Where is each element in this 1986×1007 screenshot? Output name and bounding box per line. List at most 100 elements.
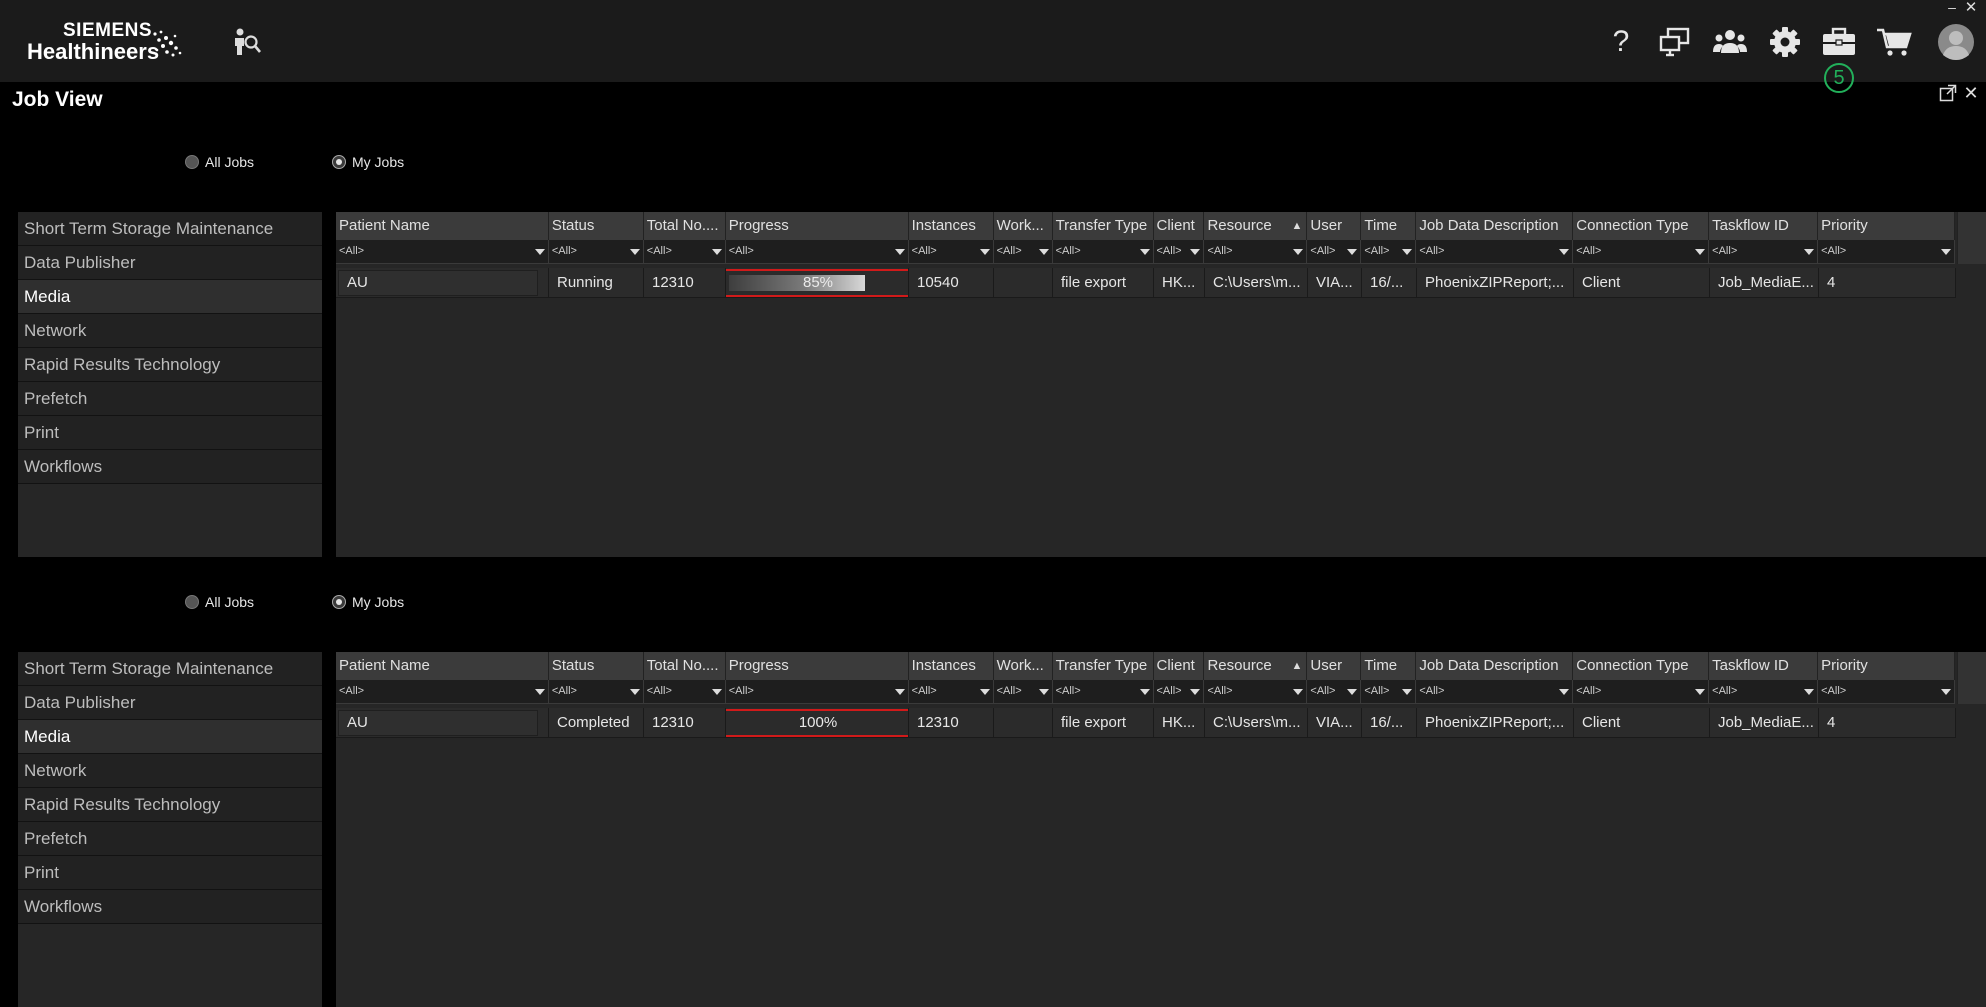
column-header[interactable]: Work... (994, 212, 1053, 240)
cell-resource: C:\Users\m... (1205, 268, 1308, 298)
minimize-button[interactable]: – (1944, 0, 1960, 16)
column-header[interactable]: Instances (909, 652, 994, 680)
column-filter-dropdown[interactable]: <All> (336, 680, 549, 704)
sidebar-item-rapid-results-technology[interactable]: Rapid Results Technology (18, 788, 322, 822)
column-header[interactable]: Patient Name (336, 212, 549, 240)
column-filter-dropdown[interactable]: <All> (725, 240, 909, 264)
column-header[interactable]: Status (549, 652, 644, 680)
popout-icon[interactable] (1939, 84, 1957, 102)
sidebar-item-media[interactable]: Media (18, 720, 322, 754)
column-header[interactable]: Resource ▲ (1204, 212, 1308, 240)
column-filter-dropdown[interactable]: <All> (643, 680, 726, 704)
column-header[interactable]: User (1307, 652, 1362, 680)
window-close-button[interactable]: ✕ (1962, 0, 1980, 16)
sidebar-item-prefetch[interactable]: Prefetch (18, 382, 322, 416)
column-header[interactable]: Connection Type (1573, 212, 1710, 240)
radio-my-jobs[interactable]: My Jobs (332, 594, 404, 610)
column-header[interactable]: Resource ▲ (1204, 652, 1308, 680)
column-header[interactable]: Connection Type (1573, 652, 1710, 680)
column-filter-dropdown[interactable]: <All> (1204, 680, 1308, 704)
column-header[interactable]: Progress (726, 652, 909, 680)
column-filter-dropdown[interactable]: <All> (1153, 240, 1205, 264)
column-filter-dropdown[interactable]: <All> (336, 240, 549, 264)
column-header[interactable]: Taskflow ID (1709, 212, 1819, 240)
column-filter-dropdown[interactable]: <All> (548, 240, 644, 264)
sidebar-item-data-publisher[interactable]: Data Publisher (18, 246, 322, 280)
cart-icon[interactable] (1874, 22, 1914, 62)
column-filter-dropdown[interactable]: <All> (1818, 240, 1956, 264)
sidebar-item-network[interactable]: Network (18, 314, 322, 348)
avatar-icon[interactable] (1936, 22, 1976, 62)
column-filter-dropdown[interactable]: <All> (908, 240, 994, 264)
users-group-icon[interactable] (1710, 22, 1750, 62)
filter-value: <All> (1156, 245, 1182, 257)
column-filter-dropdown[interactable]: <All> (1307, 240, 1362, 264)
column-filter-dropdown[interactable]: <All> (1416, 680, 1574, 704)
column-header[interactable]: Client (1154, 652, 1205, 680)
sidebar-item-short-term-storage-maintenance[interactable]: Short Term Storage Maintenance (18, 652, 322, 686)
column-header-label: Taskflow ID (1712, 657, 1789, 674)
gear-icon[interactable] (1765, 22, 1805, 62)
monitors-icon[interactable] (1655, 22, 1695, 62)
column-filter-dropdown[interactable]: <All> (1361, 240, 1417, 264)
column-filter-dropdown[interactable]: <All> (1204, 240, 1308, 264)
column-filter-dropdown[interactable]: <All> (993, 240, 1053, 264)
column-filter-dropdown[interactable]: <All> (643, 240, 726, 264)
column-header[interactable]: Taskflow ID (1709, 652, 1819, 680)
table-row[interactable]: AU Running 12310 85% 10540 file export HK... C:… (336, 268, 1956, 298)
sidebar-item-print[interactable]: Print (18, 416, 322, 450)
column-header[interactable]: Job Data Description (1416, 652, 1574, 680)
column-header[interactable]: Work... (994, 652, 1053, 680)
column-filter-dropdown[interactable]: <All> (1709, 680, 1819, 704)
column-header[interactable]: Job Data Description (1416, 212, 1574, 240)
cell-priority: 4 (1819, 268, 1956, 298)
radio-my-jobs[interactable]: My Jobs (332, 154, 404, 170)
column-filter-dropdown[interactable]: <All> (1153, 680, 1205, 704)
column-header[interactable]: Total No.... (644, 212, 726, 240)
column-filter-dropdown[interactable]: <All> (908, 680, 994, 704)
sidebar-item-print[interactable]: Print (18, 856, 322, 890)
briefcase-icon[interactable] (1819, 22, 1859, 62)
column-header[interactable]: Time (1361, 652, 1417, 680)
chevron-down-icon (1402, 249, 1413, 255)
sidebar-item-media[interactable]: Media (18, 280, 322, 314)
column-filter-dropdown[interactable]: <All> (1052, 240, 1154, 264)
column-filter-dropdown[interactable]: <All> (725, 680, 909, 704)
column-filter-dropdown[interactable]: <All> (993, 680, 1053, 704)
column-header[interactable]: Transfer Type (1053, 652, 1154, 680)
sidebar-item-short-term-storage-maintenance[interactable]: Short Term Storage Maintenance (18, 212, 322, 246)
column-header[interactable]: Client (1154, 212, 1205, 240)
column-filter-dropdown[interactable]: <All> (1709, 240, 1819, 264)
sidebar-item-rapid-results-technology[interactable]: Rapid Results Technology (18, 348, 322, 382)
sidebar-item-data-publisher[interactable]: Data Publisher (18, 686, 322, 720)
column-filter-dropdown[interactable]: <All> (1818, 680, 1956, 704)
panel-close-button[interactable]: ✕ (1962, 84, 1980, 102)
radio-all-jobs[interactable]: All Jobs (185, 154, 254, 170)
column-filter-dropdown[interactable]: <All> (1052, 680, 1154, 704)
sidebar-item-workflows[interactable]: Workflows (18, 890, 322, 924)
column-filter-dropdown[interactable]: <All> (1307, 680, 1362, 704)
column-filter-dropdown[interactable]: <All> (1416, 240, 1574, 264)
column-header[interactable]: Instances (909, 212, 994, 240)
column-header[interactable]: Progress (726, 212, 909, 240)
help-icon[interactable]: ? (1601, 22, 1641, 62)
column-header[interactable]: Transfer Type (1053, 212, 1154, 240)
column-header[interactable]: User (1307, 212, 1362, 240)
radio-label: My Jobs (352, 154, 405, 170)
sidebar-item-workflows[interactable]: Workflows (18, 450, 322, 484)
column-filter-dropdown[interactable]: <All> (1573, 680, 1710, 704)
column-header[interactable]: Priority (1818, 652, 1956, 680)
column-header[interactable]: Status (549, 212, 644, 240)
radio-all-jobs[interactable]: All Jobs (185, 594, 254, 610)
column-header[interactable]: Priority (1818, 212, 1956, 240)
column-header[interactable]: Patient Name (336, 652, 549, 680)
find-person-icon[interactable] (226, 22, 266, 62)
table-row[interactable]: AU Completed 12310 100% 12310 file export HK..… (336, 708, 1956, 738)
column-filter-dropdown[interactable]: <All> (1573, 240, 1710, 264)
sidebar-item-network[interactable]: Network (18, 754, 322, 788)
column-filter-dropdown[interactable]: <All> (1361, 680, 1417, 704)
column-header[interactable]: Total No.... (644, 652, 726, 680)
column-header[interactable]: Time (1361, 212, 1417, 240)
sidebar-item-prefetch[interactable]: Prefetch (18, 822, 322, 856)
column-filter-dropdown[interactable]: <All> (548, 680, 644, 704)
